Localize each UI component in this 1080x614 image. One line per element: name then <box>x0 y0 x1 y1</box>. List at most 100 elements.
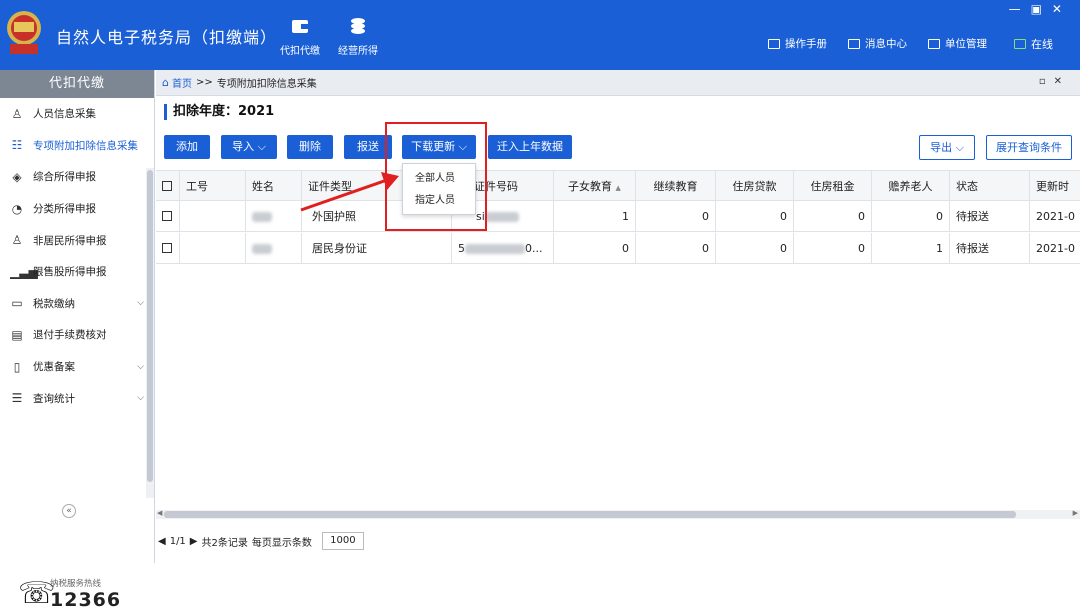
sidebar-scrollbar[interactable] <box>146 168 154 498</box>
cell-name <box>246 201 302 232</box>
sidebar-item-label: 查询统计 <box>33 392 75 405</box>
col-header[interactable]: 姓名 <box>246 171 302 202</box>
row-checkbox[interactable] <box>156 233 180 264</box>
col-header-sortable[interactable]: 子女教育 ▲ <box>554 171 636 202</box>
breadcrumb: ⌂ 首页 >> 专项附加扣除信息采集 ▫✕ <box>156 70 1080 96</box>
hotline-label: 纳税服务热线 <box>50 579 102 589</box>
cell-child-edu: 0 <box>554 233 636 264</box>
per-page-input[interactable]: 1000 <box>321 532 364 550</box>
cell-cont-edu: 0 <box>636 201 716 232</box>
delete-button[interactable]: 删除 <box>287 135 333 159</box>
cell-rent: 0 <box>794 233 872 264</box>
cell-rent: 0 <box>794 201 872 232</box>
horizontal-scrollbar[interactable]: ◀ ▶ <box>156 509 1080 519</box>
sidebar-item-label: 退付手续费核对 <box>33 329 107 342</box>
next-page-icon[interactable]: ▶ <box>190 536 198 547</box>
sidebar-item-label: 分类所得申报 <box>33 203 96 216</box>
breadcrumb-home[interactable]: 首页 <box>172 75 192 90</box>
per-page-label: 每页显示条数 <box>251 537 312 549</box>
mail-icon <box>848 38 860 49</box>
cell-doc-type: 居民身份证 <box>302 233 452 264</box>
person-icon: ♙ <box>11 106 23 121</box>
expand-query-button[interactable]: 展开查询条件 <box>986 135 1072 160</box>
sidebar-header: 代扣代缴 <box>0 70 154 98</box>
col-header[interactable]: 更新时 <box>1030 171 1080 202</box>
tax-emblem-logo <box>7 11 41 54</box>
chevron-down-icon: ⌵ <box>955 141 964 154</box>
prev-page-icon[interactable]: ◀ <box>158 536 166 547</box>
col-header[interactable]: 住房租金 <box>794 171 872 202</box>
unit-management-link[interactable]: 单位管理 <box>928 36 987 51</box>
search-list-icon: ☰ <box>11 391 23 406</box>
scroll-right-icon[interactable]: ▶ <box>1073 509 1078 517</box>
sidebar-item-tax-payment[interactable]: ▭ 税款缴纳 ⌵ <box>0 288 154 320</box>
sidebar: 代扣代缴 ♙ 人员信息采集 ☷ 专项附加扣除信息采集 ◈ 综合所得申报 ◔ 分类所得申报… <box>0 70 155 611</box>
export-label: 导出 <box>930 141 953 154</box>
sidebar-item-label: 税款缴纳 <box>33 297 75 310</box>
hotline: ☏ 纳税服务热线 12366 <box>18 574 121 614</box>
sidebar-item-fee-check[interactable]: ▤ 退付手续费核对 <box>0 319 154 351</box>
coins-icon <box>351 18 365 34</box>
table-row[interactable]: 居民身份证 5 0... 0 0 0 0 1 待报送 2021-0 <box>156 233 1080 264</box>
sidebar-item-restricted-shares[interactable]: ▁▃▅ 限售股所得申报 <box>0 256 154 288</box>
sidebar-item-preferential[interactable]: ▯ 优惠备案 ⌵ <box>0 351 154 383</box>
layers-icon: ◈ <box>12 169 22 184</box>
user-icon: ♙ <box>11 233 23 248</box>
online-status[interactable]: 在线 <box>1014 36 1053 52</box>
phone-person-icon: ☏ <box>18 576 56 611</box>
cell-cont-edu: 0 <box>636 233 716 264</box>
col-header[interactable]: 住房贷款 <box>716 171 794 202</box>
sidebar-item-comprehensive[interactable]: ◈ 综合所得申报 <box>0 161 154 193</box>
monitor-icon <box>1014 39 1026 49</box>
import-last-year-button[interactable]: 迁入上年数据 <box>488 135 572 159</box>
document-icon: ▤ <box>11 327 23 342</box>
col-header-label: 子女教育 <box>568 180 613 193</box>
col-header[interactable]: 工号 <box>180 171 246 202</box>
cell-status: 待报送 <box>950 233 1030 264</box>
sidebar-item-query[interactable]: ☰ 查询统计 ⌵ <box>0 382 154 414</box>
topnav-label: 经营所得 <box>338 46 378 57</box>
import-button[interactable]: 导入 ⌵ <box>221 135 277 159</box>
online-label: 在线 <box>1031 38 1053 51</box>
redacted-doc-no <box>484 212 519 222</box>
window-controls[interactable]: —▣✕ <box>1009 2 1072 16</box>
redacted-name <box>252 244 272 254</box>
cell-status: 待报送 <box>950 201 1030 232</box>
sidebar-item-label: 优惠备案 <box>33 361 75 374</box>
cell-elder: 0 <box>872 201 950 232</box>
cell-id <box>180 233 246 264</box>
doc-no-suffix: 0... <box>525 242 543 255</box>
sidebar-item-label: 人员信息采集 <box>33 108 96 121</box>
sidebar-item-personnel[interactable]: ♙ 人员信息采集 <box>0 98 154 130</box>
wallet-icon <box>292 20 308 33</box>
row-checkbox[interactable] <box>156 201 180 232</box>
export-button[interactable]: 导出 ⌵ <box>919 135 975 160</box>
sidebar-item-label: 非居民所得申报 <box>33 234 107 247</box>
col-header[interactable]: 赡养老人 <box>872 171 950 202</box>
scroll-left-icon[interactable]: ◀ <box>157 509 162 517</box>
unit-label: 单位管理 <box>945 38 987 50</box>
message-center-link[interactable]: 消息中心 <box>848 36 907 51</box>
sidebar-item-classified[interactable]: ◔ 分类所得申报 <box>0 193 154 225</box>
topnav-label: 代扣代缴 <box>280 46 320 57</box>
main-content: ⌂ 首页 >> 专项附加扣除信息采集 ▫✕ 扣除年度：2021 添加 导入 ⌵ … <box>156 70 1080 563</box>
collapse-sidebar-button[interactable]: « <box>62 504 76 518</box>
add-button[interactable]: 添加 <box>164 135 210 159</box>
sidebar-item-label: 综合所得申报 <box>33 171 96 184</box>
sidebar-item-nonresident[interactable]: ♙ 非居民所得申报 <box>0 224 154 256</box>
file-icon: ▯ <box>13 359 21 374</box>
select-all-checkbox[interactable] <box>156 171 180 202</box>
cell-name <box>246 233 302 264</box>
home-icon[interactable]: ⌂ <box>162 76 169 89</box>
topnav-business-income[interactable]: 经营所得 <box>332 16 384 57</box>
cell-updated: 2021-0 <box>1036 210 1075 223</box>
manual-link[interactable]: 操作手册 <box>768 36 827 51</box>
breadcrumb-separator: >> <box>195 77 213 88</box>
col-header[interactable]: 状态 <box>950 171 1030 202</box>
tab-window-controls[interactable]: ▫✕ <box>1039 76 1070 87</box>
col-header[interactable]: 继续教育 <box>636 171 716 202</box>
cell-updated: 2021-0 <box>1036 242 1075 255</box>
topnav-withholding[interactable]: 代扣代缴 <box>274 16 326 57</box>
sidebar-item-special-deduction[interactable]: ☷ 专项附加扣除信息采集 <box>0 130 154 162</box>
annotation-arrow-icon <box>300 172 399 212</box>
